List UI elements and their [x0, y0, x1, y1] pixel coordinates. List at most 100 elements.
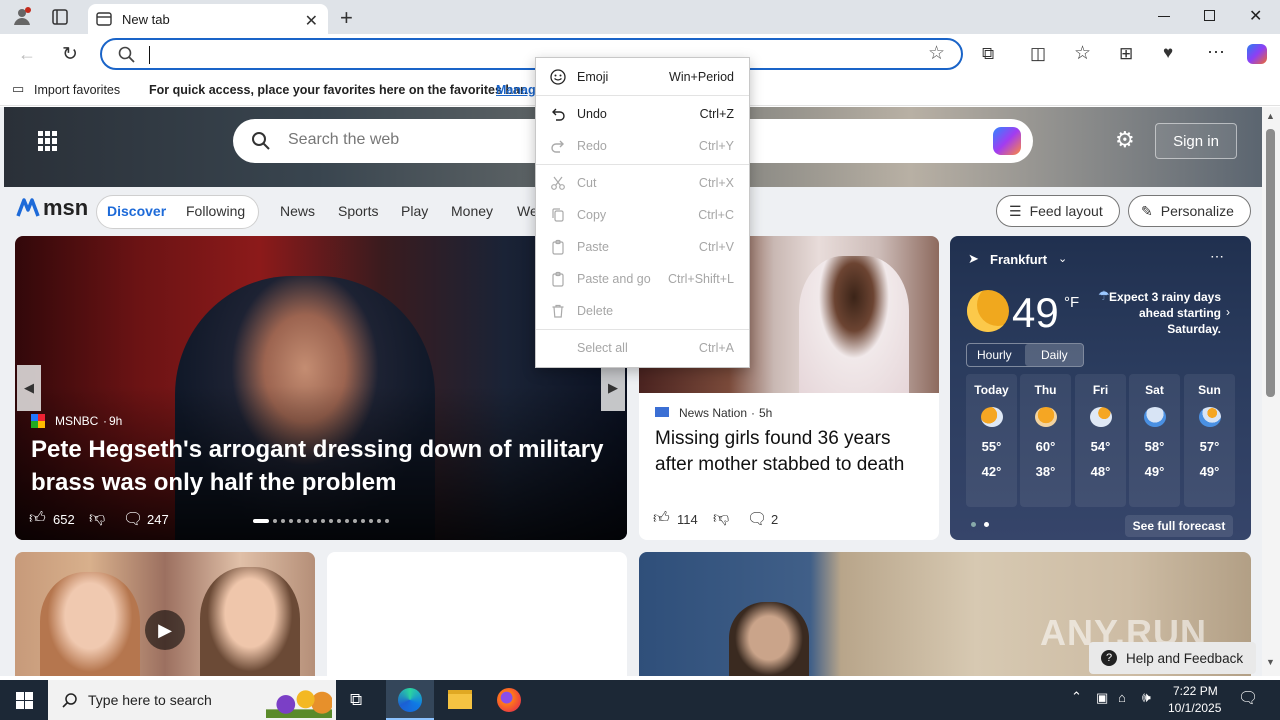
menu-item-undo[interactable]: Undo Ctrl+Z	[536, 99, 749, 129]
weather-location[interactable]: Frankfurt	[990, 252, 1047, 267]
weather-card[interactable]: ➤ Frankfurt ⌄ ⋯ 49 °F ☂ Expect 3 rainy d…	[950, 236, 1251, 540]
personalize-icon: ✎	[1141, 202, 1153, 219]
network-tray-icon[interactable]: ▣	[1096, 690, 1108, 706]
favorite-star-icon[interactable]: ☆	[928, 42, 945, 65]
settings-gear-icon[interactable]: ⚙	[1115, 127, 1135, 153]
scroll-up-arrow[interactable]: ▲	[1266, 111, 1275, 121]
tab-discover[interactable]: Discover	[107, 203, 166, 219]
menu-item-emoji[interactable]: Emoji Win+Period	[536, 62, 749, 92]
forecast-day[interactable]: Sun 57° 49°	[1184, 374, 1235, 507]
weather-more-icon[interactable]: ⋯	[1210, 248, 1224, 265]
video-card[interactable]: ▶	[15, 552, 315, 676]
scroll-down-arrow[interactable]: ▼	[1266, 657, 1275, 667]
manage-favorites-link[interactable]: Manag	[496, 83, 536, 97]
clock-time[interactable]: 7:22 PM	[1173, 684, 1218, 698]
play-icon[interactable]: ▶	[145, 610, 185, 650]
comment-icon[interactable]: 🗨︎	[747, 509, 767, 529]
tab-new-tab[interactable]: New tab ✕	[88, 4, 328, 34]
menu-item-paste[interactable]: Paste Ctrl+V	[536, 232, 749, 262]
tab-actions-icon[interactable]	[52, 9, 68, 25]
close-window-button[interactable]: ✕	[1249, 6, 1262, 26]
nav-money[interactable]: Money	[451, 203, 493, 219]
firefox-icon[interactable]	[497, 688, 521, 712]
menu-item-redo[interactable]: Redo Ctrl+Y	[536, 131, 749, 161]
day-high: 57°	[1199, 439, 1220, 454]
carousel-dots[interactable]	[253, 519, 389, 523]
menu-item-cut[interactable]: Cut Ctrl+X	[536, 168, 749, 198]
refresh-button[interactable]: ↻	[62, 43, 78, 66]
minimize-button[interactable]	[1158, 16, 1170, 17]
alert-chevron-icon[interactable]: ›	[1226, 305, 1230, 319]
weather-page-dots[interactable]	[971, 522, 989, 527]
address-bar[interactable]: ☆	[100, 38, 963, 70]
help-feedback-button[interactable]: ? Help and Feedback	[1089, 642, 1256, 674]
menu-item-copy[interactable]: Copy Ctrl+C	[536, 200, 749, 230]
profile-icon[interactable]	[12, 6, 32, 26]
menu-item-select-all[interactable]: Select all Ctrl+A	[536, 333, 749, 363]
personalize-button[interactable]: ✎ Personalize	[1128, 195, 1251, 227]
wifi-tray-icon[interactable]: ⌂	[1118, 690, 1126, 705]
taskbar-search-box[interactable]: Type here to search	[48, 680, 336, 720]
dislike-icon[interactable]: 👎︎	[713, 509, 729, 528]
hero-headline[interactable]: Pete Hegseth's arrogant dressing down of…	[31, 433, 611, 499]
like-icon[interactable]: 👍︎	[653, 509, 670, 528]
copilot-icon[interactable]	[1247, 44, 1267, 64]
apps-grid-icon[interactable]	[38, 131, 58, 151]
hero-prev-button[interactable]: ◀	[17, 365, 41, 411]
browser-essentials-icon[interactable]: ♥	[1163, 43, 1173, 63]
page-scrollbar[interactable]: ▲ ▼	[1262, 107, 1280, 676]
forecast-day[interactable]: Thu 60° 38°	[1020, 374, 1071, 507]
close-tab-icon[interactable]: ✕	[305, 11, 318, 31]
file-explorer-icon[interactable]	[448, 690, 472, 709]
task-view-icon[interactable]: ⧉	[350, 690, 362, 710]
menu-item-paste-and-go[interactable]: Paste and go Ctrl+Shift+L	[536, 264, 749, 294]
show-hidden-icons-chevron[interactable]: ⌃	[1071, 689, 1082, 705]
forecast-day[interactable]: Today 55° 42°	[966, 374, 1017, 507]
like-icon[interactable]: 👍︎	[29, 509, 46, 528]
more-options-icon[interactable]: ⋯	[1207, 42, 1225, 63]
scroll-thumb[interactable]	[1266, 129, 1275, 397]
copilot-search-icon[interactable]	[993, 127, 1021, 155]
windows-start-icon[interactable]	[16, 692, 33, 709]
restore-button[interactable]	[1204, 10, 1215, 21]
menu-item-delete[interactable]: Delete	[536, 296, 749, 326]
feed-layout-label: Feed layout	[1029, 203, 1103, 219]
import-favorites-button[interactable]: Import favorites	[34, 83, 120, 97]
news-headline[interactable]: Missing girls found 36 years after mothe…	[655, 426, 925, 478]
empty-card[interactable]	[327, 552, 627, 676]
favorites-icon[interactable]: ☆	[1074, 42, 1091, 65]
sign-in-button[interactable]: Sign in	[1155, 123, 1237, 159]
weather-alert[interactable]: Expect 3 rainy days ahead starting Satur…	[1100, 289, 1221, 337]
mode-daily[interactable]: Daily	[1041, 348, 1068, 362]
extensions-icon[interactable]: ⧉	[982, 44, 994, 64]
split-screen-icon[interactable]: ◫	[1030, 44, 1046, 64]
dislike-icon[interactable]: 👎︎	[89, 509, 105, 528]
forecast-day[interactable]: Sat 58° 49°	[1129, 374, 1180, 507]
menu-label: Copy	[577, 208, 607, 222]
hero-age: 9h	[109, 414, 123, 428]
paste-and-go-icon	[552, 271, 564, 287]
collections-icon[interactable]: ⊞	[1119, 44, 1133, 64]
msn-logo[interactable]: msn	[16, 195, 88, 221]
new-tab-button[interactable]: +	[340, 5, 353, 31]
nav-sports[interactable]: Sports	[338, 203, 378, 219]
notifications-icon[interactable]: 🗨︎	[1238, 688, 1258, 708]
nav-play[interactable]: Play	[401, 203, 428, 219]
clock-date[interactable]: 10/1/2025	[1168, 701, 1221, 715]
news-age: 5h	[759, 406, 773, 420]
forecast-day[interactable]: Fri 54° 48°	[1075, 374, 1126, 507]
feed-layout-button[interactable]: ☰ Feed layout	[996, 195, 1120, 227]
mode-hourly[interactable]: Hourly	[977, 348, 1012, 362]
volume-tray-icon[interactable]: 🕪︎	[1142, 689, 1151, 706]
see-full-forecast-button[interactable]: See full forecast	[1125, 515, 1233, 537]
menu-shortcut: Ctrl+Y	[698, 139, 734, 153]
comment-icon[interactable]: 🗨︎	[123, 509, 143, 529]
web-search-icon	[252, 132, 270, 150]
tab-following[interactable]: Following	[186, 203, 245, 219]
back-button[interactable]: ←	[18, 44, 36, 65]
edge-taskbar-icon[interactable]	[386, 680, 434, 720]
location-chevron-icon[interactable]: ⌄	[1058, 252, 1067, 265]
hero-next-button[interactable]: ▶	[601, 365, 625, 411]
nav-news[interactable]: News	[280, 203, 315, 219]
day-name: Sat	[1145, 383, 1164, 397]
